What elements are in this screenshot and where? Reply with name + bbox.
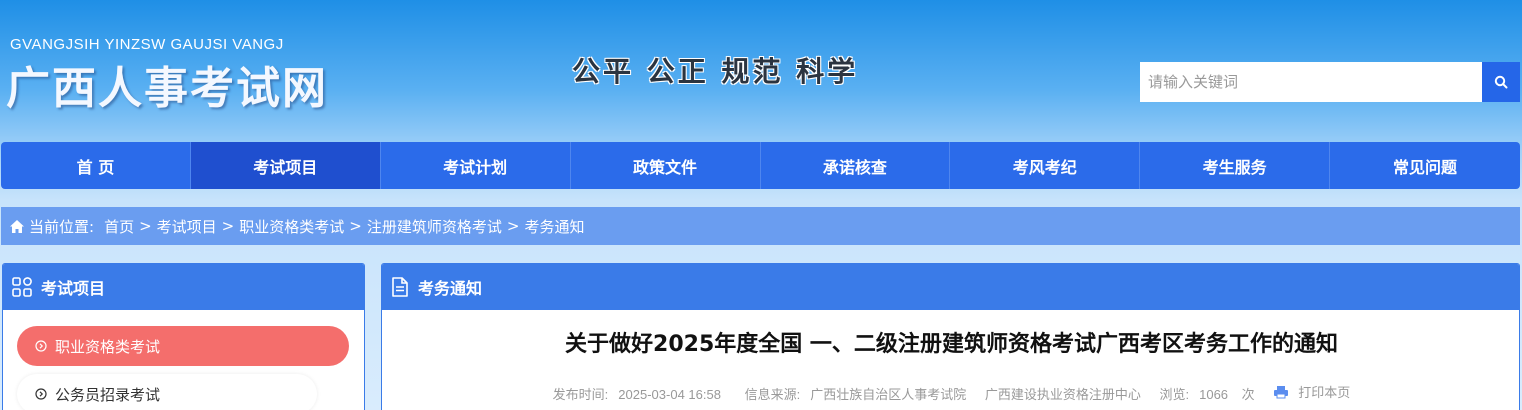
grid-icon	[11, 276, 33, 298]
printer-icon	[1274, 385, 1289, 398]
nav-item-exam-discipline[interactable]: 考风考纪	[950, 142, 1141, 189]
views-value: 1066	[1199, 386, 1229, 402]
views-label: 浏览:	[1159, 386, 1190, 402]
home-icon	[9, 219, 25, 234]
breadcrumb-separator: >	[221, 217, 235, 235]
sidebar-item-professional-qualification[interactable]: 职业资格类考试	[17, 326, 349, 366]
publish-value: 2025-03-04 16:58	[618, 386, 721, 402]
view-count: 浏览: 1066 次	[1154, 387, 1259, 402]
nav-item-faq[interactable]: 常见问题	[1330, 142, 1520, 189]
site-header: GVANGJSIH YINZSW GAUJSI VANGJ 广西人事考试网 公平…	[0, 0, 1522, 140]
slogan: 公平 公正 规范 科学	[572, 55, 859, 88]
breadcrumb: 当前位置: 首页 > 考试项目 > 职业资格类考试 > 注册建筑师资格考试 > …	[1, 207, 1520, 245]
print-label: 打印本页	[1298, 385, 1351, 400]
source-value-1: 广西壮族自治区人事考试院	[810, 386, 967, 402]
document-icon	[390, 276, 410, 298]
article-meta: 发布时间: 2025-03-04 16:58 信息来源: 广西壮族自治区人事考试院 …	[382, 382, 1519, 403]
circle-chevron-right-icon	[35, 388, 47, 400]
site-logo[interactable]: 广西人事考试网	[6, 52, 328, 116]
nav-item-exam-plan[interactable]: 考试计划	[381, 142, 571, 189]
sidebar-item-label: 公务员招录考试	[55, 385, 161, 404]
source-value-2: 广西建设执业资格注册中心	[984, 386, 1141, 402]
breadcrumb-item-home[interactable]: 首页	[104, 216, 134, 237]
views-unit: 次	[1241, 386, 1255, 402]
breadcrumb-item-exam-projects[interactable]: 考试项目	[157, 216, 217, 237]
sidebar-menu: 职业资格类考试 公务员招录考试	[3, 310, 364, 410]
breadcrumb-item-architect-exam[interactable]: 注册建筑师资格考试	[367, 216, 502, 237]
search-input[interactable]	[1140, 62, 1482, 102]
main-content: 考务通知 关于做好2025年度全国 一、二级注册建筑师资格考试广西考区考务工作的…	[381, 263, 1520, 410]
breadcrumb-item-professional-qualification[interactable]: 职业资格类考试	[239, 216, 344, 237]
info-source: 信息来源: 广西壮族自治区人事考试院	[740, 387, 972, 402]
breadcrumb-separator: >	[139, 217, 152, 235]
nav-item-commitment-check[interactable]: 承诺核查	[761, 142, 951, 189]
search-button[interactable]	[1482, 62, 1520, 102]
search-icon	[1494, 75, 1508, 89]
breadcrumb-item-exam-notice[interactable]: 考务通知	[524, 216, 584, 237]
sidebar-header: 考试项目	[3, 264, 364, 310]
publish-label: 发布时间:	[552, 386, 609, 402]
sidebar-title: 考试项目	[41, 279, 106, 298]
breadcrumb-separator: >	[349, 217, 362, 235]
nav-item-candidate-service[interactable]: 考生服务	[1140, 142, 1331, 189]
sidebar: 考试项目 职业资格类考试 公务员招录考试	[2, 263, 365, 410]
sidebar-item-civil-servant[interactable]: 公务员招录考试	[17, 374, 317, 410]
main-header: 考务通知	[382, 264, 1519, 310]
breadcrumb-prefix: 当前位置:	[29, 217, 95, 236]
publish-time: 发布时间: 2025-03-04 16:58	[548, 387, 726, 402]
print-button[interactable]: 打印本页	[1273, 382, 1355, 401]
nav-item-policy[interactable]: 政策文件	[571, 142, 761, 189]
sidebar-item-label: 职业资格类考试	[55, 337, 161, 356]
logo-english: GVANGJSIH YINZSW GAUJSI VANGJ	[10, 36, 284, 53]
section-title: 考务通知	[418, 279, 483, 298]
main-nav: 首 页 考试项目 考试计划 政策文件 承诺核查 考风考纪 考生服务 常见问题	[1, 142, 1520, 189]
nav-item-exam-projects[interactable]: 考试项目	[190, 142, 381, 189]
breadcrumb-separator: >	[506, 217, 520, 235]
nav-item-home[interactable]: 首 页	[1, 142, 191, 189]
article-title: 关于做好2025年度全国 一、二级注册建筑师资格考试广西考区考务工作的通知	[565, 332, 1338, 357]
source-label: 信息来源:	[744, 386, 801, 402]
circle-chevron-right-icon	[35, 340, 47, 352]
